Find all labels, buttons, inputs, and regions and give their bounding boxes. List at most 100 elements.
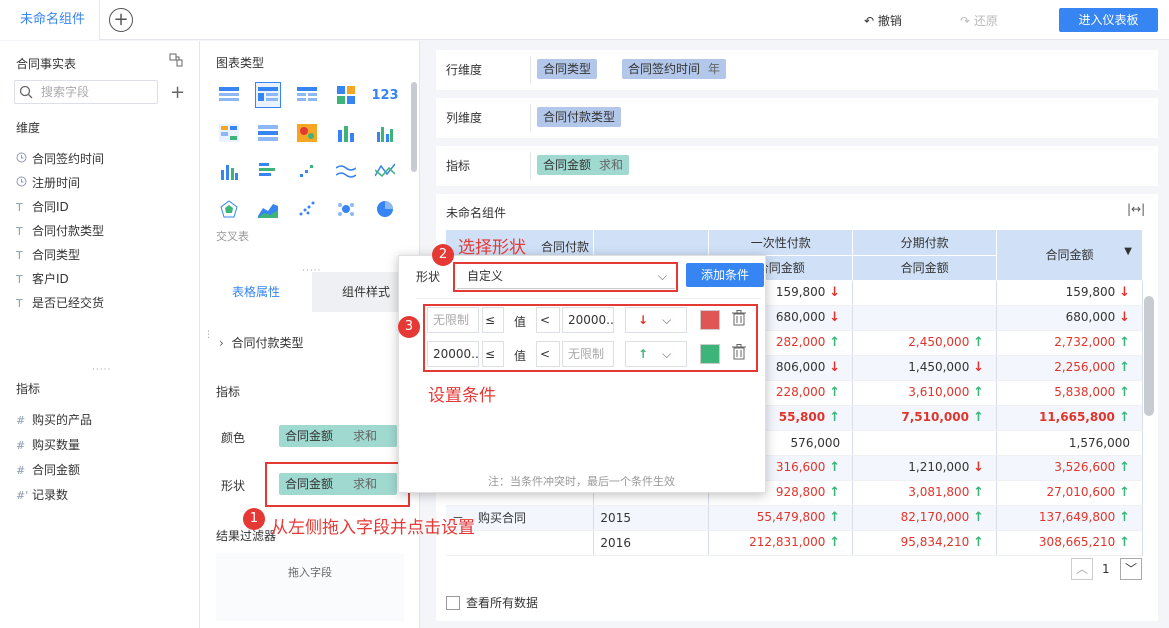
column-dimension-bar: 列维度 合同付款类型 — [436, 98, 1158, 138]
drag-handle[interactable]: ⋮ — [204, 330, 213, 340]
radar-chart-icon[interactable] — [216, 196, 242, 222]
multi-line-chart-icon[interactable] — [372, 158, 398, 184]
line-chart-icon[interactable] — [333, 158, 359, 184]
number-table-chart-icon[interactable] — [216, 120, 242, 146]
sub-header: 合同金额 — [852, 255, 998, 281]
heatmap-chart-icon[interactable] — [294, 120, 320, 146]
progress-list-chart-icon[interactable] — [255, 120, 281, 146]
expand-width-icon[interactable]: |↔| — [1127, 202, 1145, 216]
arrow-up-icon: ↑ — [1119, 485, 1130, 500]
group-item[interactable]: › 合同付款类型 — [219, 334, 303, 351]
annotation-box-3 — [423, 304, 758, 372]
value-cell: 1,210,000 ↓ — [852, 455, 998, 481]
header-total: 合同金额 ▼ — [996, 230, 1143, 281]
horizontal-bar-chart-icon[interactable] — [255, 158, 281, 184]
field-search-input[interactable]: 搜索字段 — [14, 80, 158, 104]
field-label: 注册时间 — [32, 176, 81, 190]
chart-type-scrollbar[interactable] — [411, 82, 417, 172]
page-next-button[interactable]: ﹀ — [1120, 558, 1142, 580]
dimension-field[interactable]: 注册时间 — [16, 174, 80, 191]
clock-icon — [16, 176, 32, 190]
chevron-right-icon: › — [219, 336, 224, 350]
redo-button[interactable]: ↷ 还原 — [960, 12, 998, 29]
color-label: 颜色 — [221, 431, 246, 445]
arrow-up-icon: ↑ — [829, 460, 841, 475]
value-cell: 82,170,000 ↑ — [852, 505, 998, 531]
filter-drop-zone[interactable]: 拖入字段 — [216, 553, 404, 621]
row-dimension-bar: 行维度 合同类型 合同签约时间年 — [436, 50, 1158, 90]
scatter-bar-chart-icon[interactable] — [294, 158, 320, 184]
measure-name: 合同金额 — [543, 158, 592, 172]
measure-field[interactable]: # 购买的产品 — [16, 411, 92, 428]
page-prev-button[interactable]: ︿ — [1071, 558, 1093, 580]
clock-icon — [16, 152, 32, 166]
dimension-field[interactable]: T 客户ID — [16, 270, 69, 287]
total-cell: 137,649,800 ↑ — [996, 505, 1143, 531]
redo-label: 还原 — [973, 14, 998, 28]
dimension-field[interactable]: T 合同付款类型 — [16, 222, 104, 239]
stacked-bar-chart-icon[interactable] — [333, 120, 359, 146]
arrow-up-icon: ↑ — [973, 385, 985, 400]
area-chart-icon[interactable] — [255, 196, 281, 222]
add-tab-button[interactable]: + — [109, 8, 133, 32]
total-cell: 27,010,600 ↑ — [996, 480, 1143, 506]
step-text-2: 选择形状 — [458, 238, 526, 258]
value-cell: 95,834,210 ↑ — [852, 530, 998, 556]
add-field-icon[interactable]: + — [170, 82, 185, 103]
year-cell: 2016 — [593, 530, 710, 556]
step-text-3: 设置条件 — [428, 386, 496, 406]
measure-field[interactable]: #' 记录数 — [16, 486, 68, 503]
dimension-field[interactable]: 合同签约时间 — [16, 150, 104, 167]
total-cell: 159,800 ↓ — [996, 280, 1143, 306]
color-field-name: 合同金额 — [285, 429, 334, 443]
arrow-down-icon: ↓ — [829, 310, 841, 325]
arrow-up-icon: ↑ — [1119, 335, 1130, 350]
tab-table-properties[interactable]: 表格属性 — [200, 272, 312, 312]
arrow-up-icon: ↑ — [1119, 510, 1130, 525]
bar-chart-icon[interactable] — [216, 158, 242, 184]
view-all-checkbox[interactable] — [446, 596, 460, 610]
dimension-field[interactable]: T 合同类型 — [16, 246, 80, 263]
pie-chart-icon[interactable] — [372, 196, 398, 222]
arrow-down-icon: ↓ — [1119, 285, 1130, 300]
resize-grip[interactable]: ····· — [92, 365, 111, 375]
arrow-down-icon: ↓ — [1119, 310, 1130, 325]
number-chart-icon[interactable]: 123 — [371, 82, 398, 108]
enter-dashboard-button[interactable]: 进入仪表板 — [1059, 8, 1158, 32]
row-dim-pill[interactable]: 合同类型 — [537, 59, 598, 79]
arrow-up-icon: ↑ — [973, 510, 985, 525]
undo-icon: ↶ — [864, 14, 875, 28]
color-field-pill[interactable]: 合同金额 求和 — [279, 425, 397, 447]
measures-title: 指标 — [16, 382, 41, 396]
detail-table-chart-icon[interactable] — [294, 82, 320, 108]
table-chart-icon[interactable] — [216, 82, 242, 108]
text-type-icon: T — [16, 225, 23, 238]
scatter-chart-icon[interactable] — [294, 196, 320, 222]
measure-pill[interactable]: 合同金额 求和 — [537, 155, 630, 175]
arrow-down-icon: ↓ — [973, 360, 985, 375]
arrow-up-icon: ↑ — [1119, 460, 1130, 475]
view-all-data[interactable]: 查看所有数据 — [446, 594, 538, 611]
add-condition-button[interactable]: 添加条件 — [686, 263, 764, 287]
dropdown-icon[interactable]: ▼ — [1124, 246, 1132, 257]
row-dim-pill[interactable]: 合同签约时间年 — [622, 59, 727, 79]
col-dim-pill[interactable]: 合同付款类型 — [537, 107, 622, 127]
table-scrollbar[interactable] — [1144, 296, 1154, 416]
grouped-bar-chart-icon[interactable] — [372, 120, 398, 146]
undo-label: 撤销 — [877, 14, 902, 28]
dimension-field[interactable]: T 是否已经交货 — [16, 294, 104, 311]
bubble-chart-icon[interactable] — [333, 196, 359, 222]
dimension-field[interactable]: T 合同ID — [16, 198, 69, 215]
value-cell — [852, 430, 998, 456]
step-text-1: 从左侧拖入字段并点击设置 — [271, 518, 475, 538]
kpi-grid-chart-icon[interactable] — [333, 82, 359, 108]
undo-button[interactable]: ↶ 撤销 — [864, 12, 902, 29]
component-tab[interactable]: 未命名组件 — [0, 0, 100, 40]
measure-field[interactable]: # 合同金额 — [16, 461, 80, 478]
cross-table-chart-icon[interactable] — [255, 82, 281, 108]
step-badge-3: 3 — [398, 316, 420, 338]
measure-field[interactable]: # 购买数量 — [16, 436, 80, 453]
redo-icon: ↷ — [960, 14, 971, 28]
switch-dataset-icon[interactable] — [168, 52, 184, 68]
field-label: 购买的产品 — [32, 413, 93, 427]
